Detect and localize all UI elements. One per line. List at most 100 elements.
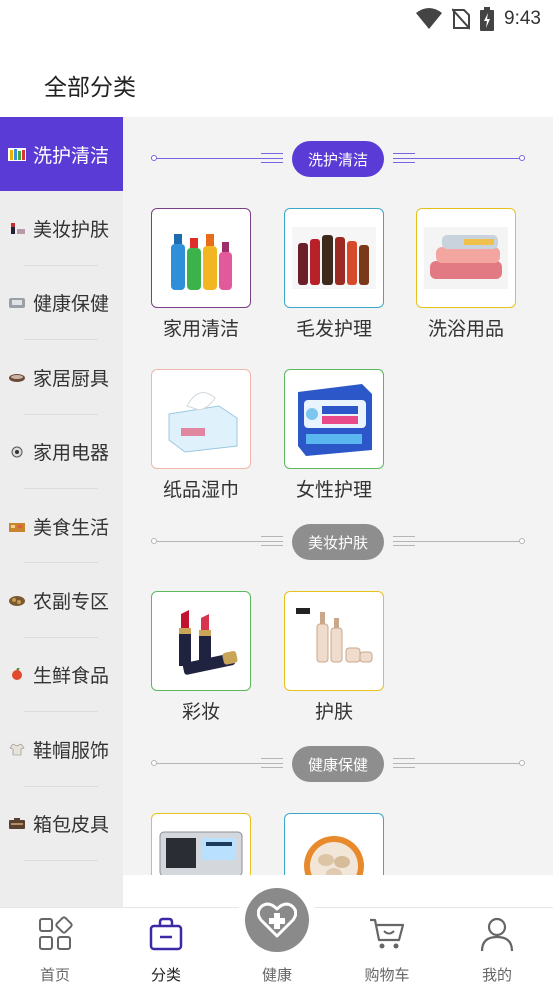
sidebar-item-label: 家居厨具 <box>33 367 110 390</box>
category-tile-supplements[interactable] <box>284 813 384 875</box>
nav-label: 健康 <box>261 966 292 983</box>
category-tile-skincare[interactable]: 护肤 <box>284 591 384 724</box>
divider-bars <box>261 536 283 546</box>
health-heart-cross-icon <box>257 902 297 938</box>
divider <box>415 763 525 764</box>
tile-image-frame <box>284 369 384 469</box>
tile-image-frame <box>284 208 384 308</box>
status-icons: 9:43 <box>416 6 541 32</box>
status-time: 9:43 <box>504 8 541 29</box>
divider-bars <box>393 536 415 546</box>
shopping-cart-icon <box>370 918 405 949</box>
tile-image-frame <box>151 208 251 308</box>
divider-bars <box>393 758 415 768</box>
category-tile-makeup[interactable]: 彩妆 <box>151 591 251 724</box>
tile-label: 洗浴用品 <box>427 318 504 340</box>
sidebar-item-kitchen[interactable]: 家居厨具 <box>0 340 123 415</box>
category-tile-health-device[interactable] <box>151 813 251 875</box>
sidebar-item-label: 家用电器 <box>33 442 110 465</box>
section-header-health: 健康保健 <box>151 746 525 782</box>
sanitary-pads-image <box>298 384 372 456</box>
tissue-box-image <box>168 392 238 453</box>
tile-image-frame <box>151 813 251 875</box>
health-center-button[interactable] <box>245 888 309 952</box>
divider <box>151 763 261 764</box>
tile-image-frame <box>284 813 384 875</box>
lipstick-image <box>179 610 238 675</box>
divider-dot <box>519 760 525 766</box>
tile-image-frame <box>151 591 251 691</box>
supplement-plate-image <box>304 836 364 875</box>
divider <box>415 541 525 542</box>
sidebar-item-label: 洗护清洁 <box>33 144 110 167</box>
category-bag-icon <box>149 917 183 951</box>
sidebar-item-label: 农副专区 <box>33 591 110 614</box>
category-tile-hair-care[interactable]: 毛发护理 <box>284 208 384 341</box>
home-grid-icon <box>39 916 73 950</box>
section-title-pill: 健康保健 <box>292 746 384 782</box>
category-tile-bath-supplies[interactable]: 洗浴用品 <box>416 208 516 341</box>
appliance-icon <box>11 446 23 458</box>
laundry-icon <box>8 147 26 161</box>
nav-item-category[interactable]: 分类 <box>111 908 221 983</box>
divider-bars <box>261 758 283 768</box>
sidebar-item-food[interactable]: 美食生活 <box>0 489 123 564</box>
sidebar-item-farm[interactable]: 农副专区 <box>0 563 123 638</box>
sidebar-item-clothing[interactable]: 鞋帽服饰 <box>0 712 123 787</box>
divider-dot <box>151 760 157 766</box>
divider <box>24 859 98 861</box>
divider-dot <box>519 538 525 544</box>
tile-label: 护肤 <box>314 701 353 723</box>
category-content: 洗护清洁 家用清洁 毛发护理 洗浴用品 纸品湿巾 女性护理 美妆护肤 彩妆 护肤… <box>123 117 553 875</box>
sidebar-item-appliance[interactable]: 家用电器 <box>0 415 123 489</box>
sidebar-item-laundry[interactable]: 洗护清洁 <box>0 117 123 192</box>
nav-item-home[interactable]: 首页 <box>0 908 110 983</box>
sidebar-item-label: 鞋帽服饰 <box>33 739 110 762</box>
nav-label: 首页 <box>39 966 70 983</box>
luggage-icon <box>9 818 25 830</box>
sidebar-item-health[interactable]: 健康保健 <box>0 266 123 341</box>
tile-image-frame <box>416 208 516 308</box>
category-tile-paper-wipes[interactable]: 纸品湿巾 <box>151 369 251 502</box>
section-header-beauty: 美妆护肤 <box>151 524 525 560</box>
skincare-bottles-image <box>296 608 373 663</box>
section-title-pill: 美妆护肤 <box>292 524 384 560</box>
health-device-icon <box>9 298 25 309</box>
nav-item-cart[interactable]: 购物车 <box>332 908 442 983</box>
sidebar-item-label: 美妆护肤 <box>33 219 110 242</box>
battery-charging-icon <box>480 7 495 31</box>
farm-produce-icon <box>9 596 25 607</box>
sidebar-item-label: 美食生活 <box>33 516 110 539</box>
section-header-laundry: 洗护清洁 <box>151 141 525 177</box>
tile-image-frame <box>284 591 384 691</box>
divider <box>151 541 261 542</box>
nav-item-profile[interactable]: 我的 <box>442 908 552 983</box>
lipstick-icon <box>11 223 25 235</box>
sidebar-item-label: 箱包皮具 <box>33 814 110 837</box>
no-sim-icon <box>452 8 471 30</box>
category-tile-feminine-care[interactable]: 女性护理 <box>284 369 384 502</box>
clothing-icon <box>9 743 25 756</box>
user-icon <box>480 917 514 952</box>
tile-label: 彩妆 <box>181 701 220 723</box>
category-tile-household-cleaning[interactable]: 家用清洁 <box>151 208 251 341</box>
wifi-icon <box>416 8 443 29</box>
nav-label: 我的 <box>481 966 512 983</box>
sidebar-item-label: 健康保健 <box>33 293 110 316</box>
sidebar-item-beauty[interactable]: 美妆护肤 <box>0 191 123 266</box>
divider-dot <box>151 155 157 161</box>
divider <box>151 158 261 159</box>
blood-pressure-monitor-image <box>159 831 243 875</box>
header: 全部分类 <box>0 38 553 118</box>
divider-dot <box>519 155 525 161</box>
sidebar-item-luggage[interactable]: 箱包皮具 <box>0 787 123 861</box>
cleaning-bottles-image <box>171 234 232 290</box>
status-bar: 9:43 <box>0 0 553 38</box>
tile-label: 毛发护理 <box>295 318 372 340</box>
sidebar-item-label: 生鲜食品 <box>33 665 110 688</box>
page-title: 全部分类 <box>44 75 136 101</box>
sidebar-item-fresh[interactable]: 生鲜食品 <box>0 638 123 713</box>
section-title-pill: 洗护清洁 <box>292 141 384 177</box>
divider <box>415 158 525 159</box>
food-icon <box>9 522 25 532</box>
